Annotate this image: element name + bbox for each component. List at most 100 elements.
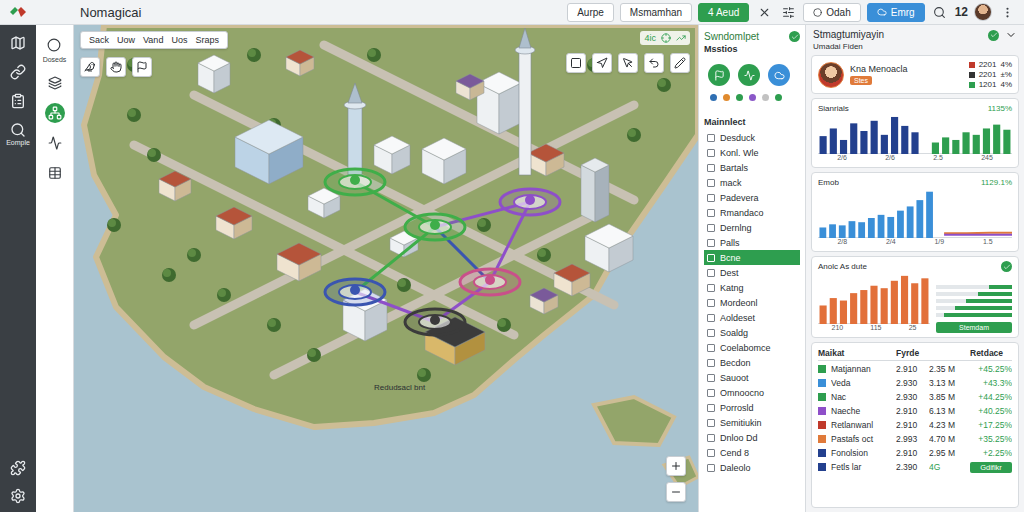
chart-bar[interactable] [1003,130,1010,154]
row-checkbox[interactable] [707,329,715,337]
panel-action[interactable] [738,64,760,86]
layer-row[interactable]: Soaldg [704,325,800,340]
chart-bar[interactable] [881,288,888,324]
chart-bar[interactable] [870,286,877,324]
panel-action[interactable] [768,64,790,86]
row-checkbox[interactable] [707,389,715,397]
map-tool-button[interactable] [592,53,612,73]
panel-action[interactable] [708,64,730,86]
chart-bar[interactable] [820,305,827,324]
mode-tab[interactable]: Sack [89,35,109,45]
chart-bar[interactable] [911,283,918,324]
chart-bar[interactable] [887,217,894,238]
layer-row[interactable]: Katng [704,280,800,295]
chart-bar[interactable] [868,218,875,238]
row-checkbox[interactable] [707,149,715,157]
mode-tab[interactable]: Uow [117,35,135,45]
row-checkbox[interactable] [707,194,715,202]
tool-item[interactable]: Doseds [43,35,67,63]
layer-row[interactable]: Coelabomce [704,340,800,355]
color-dot[interactable] [710,94,717,101]
chart-bar[interactable] [891,281,898,324]
layer-row[interactable]: Dnloo Dd [704,430,800,445]
table-row[interactable]: Matjannan2.9102.35 M+45.25% [818,362,1012,376]
map-tool-button[interactable] [80,57,100,77]
row-checkbox[interactable] [707,374,715,382]
rail-item[interactable] [10,64,26,80]
row-checkbox[interactable] [707,284,715,292]
close-button[interactable] [755,3,773,21]
top-button[interactable]: Odah [803,3,860,22]
row-checkbox[interactable] [707,239,715,247]
map-view[interactable]: Redudsacl bntSackUowVandUosSraps4ic [74,25,698,512]
chart-bar[interactable] [840,140,847,154]
chart-bar[interactable] [839,225,846,238]
layer-row[interactable]: Semitiukin [704,415,800,430]
chart-bar[interactable] [993,125,1000,154]
color-dot[interactable] [736,94,743,101]
map-node[interactable] [405,309,465,335]
chart-bar[interactable] [858,222,865,238]
tool-item[interactable] [45,133,65,153]
chart-bar[interactable] [878,215,885,238]
map-node[interactable] [325,279,385,305]
row-action-button[interactable]: Gdifikr [970,462,1012,473]
rail-item[interactable] [10,460,26,476]
chart-bar[interactable] [911,132,918,154]
map-node[interactable] [500,189,560,215]
map-tool-button[interactable] [566,53,586,73]
table-row[interactable]: Nac2.9303.85 M+44.25% [818,390,1012,404]
row-checkbox[interactable] [707,269,715,277]
table-row[interactable]: Fetls lar2.3904GGdifikr [818,460,1012,474]
layer-row[interactable]: Desduck [704,130,800,145]
row-checkbox[interactable] [707,164,715,172]
top-button[interactable]: Emrg [867,3,925,22]
color-dot[interactable] [775,94,782,101]
map-tool-button[interactable] [618,53,638,73]
table-row[interactable]: Pastafs oct2.9934.70 M+35.25% [818,432,1012,446]
row-checkbox[interactable] [707,344,715,352]
layer-row[interactable]: Cend 8 [704,445,800,460]
chart-bar[interactable] [840,301,847,324]
map-tool-button[interactable] [644,53,664,73]
table-row[interactable]: Veda2.9303.13 M+43.3% [818,376,1012,390]
mode-tab[interactable]: Sraps [195,35,219,45]
layer-row[interactable]: Konl. Wle [704,145,800,160]
row-checkbox[interactable] [707,314,715,322]
row-checkbox[interactable] [707,359,715,367]
more-button[interactable] [998,3,1016,21]
notification-count[interactable]: 12 [955,5,968,19]
chart-bar[interactable] [907,206,914,238]
chart-bar[interactable] [871,121,878,154]
chart-bar[interactable] [860,290,867,324]
chart-bar[interactable] [926,192,933,238]
map-node[interactable] [325,169,385,195]
zoom-out-button[interactable] [666,482,686,502]
layer-row[interactable]: Palls [704,235,800,250]
rail-item[interactable]: Eomple [6,122,30,146]
layer-row[interactable]: Daleolo [704,460,800,475]
chart-bar[interactable] [820,136,827,154]
map-canvas[interactable]: Redudsacl bnt [74,25,698,512]
layer-row[interactable]: Aoldeset [704,310,800,325]
chart-bar[interactable] [830,128,837,154]
layer-row[interactable]: Mordeonl [704,295,800,310]
row-checkbox[interactable] [707,404,715,412]
tool-item[interactable] [45,103,65,123]
row-checkbox[interactable] [707,434,715,442]
layer-row[interactable]: Omnoocno [704,385,800,400]
top-button[interactable]: 4 Aeud [698,3,749,22]
chart-bar[interactable] [983,128,990,154]
chart-bar[interactable] [916,200,923,238]
layer-row[interactable]: Sauoot [704,370,800,385]
top-button[interactable]: Aurpe [567,3,614,22]
map-tool-button[interactable] [132,57,152,77]
layer-row[interactable]: Dest [704,265,800,280]
map-node[interactable] [405,214,465,240]
row-checkbox[interactable] [707,224,715,232]
row-checkbox[interactable] [707,134,715,142]
row-checkbox[interactable] [707,419,715,427]
row-checkbox[interactable] [707,449,715,457]
table-row[interactable]: Naeche2.9106.13 M+40.25% [818,404,1012,418]
chart-bar[interactable] [850,293,857,324]
